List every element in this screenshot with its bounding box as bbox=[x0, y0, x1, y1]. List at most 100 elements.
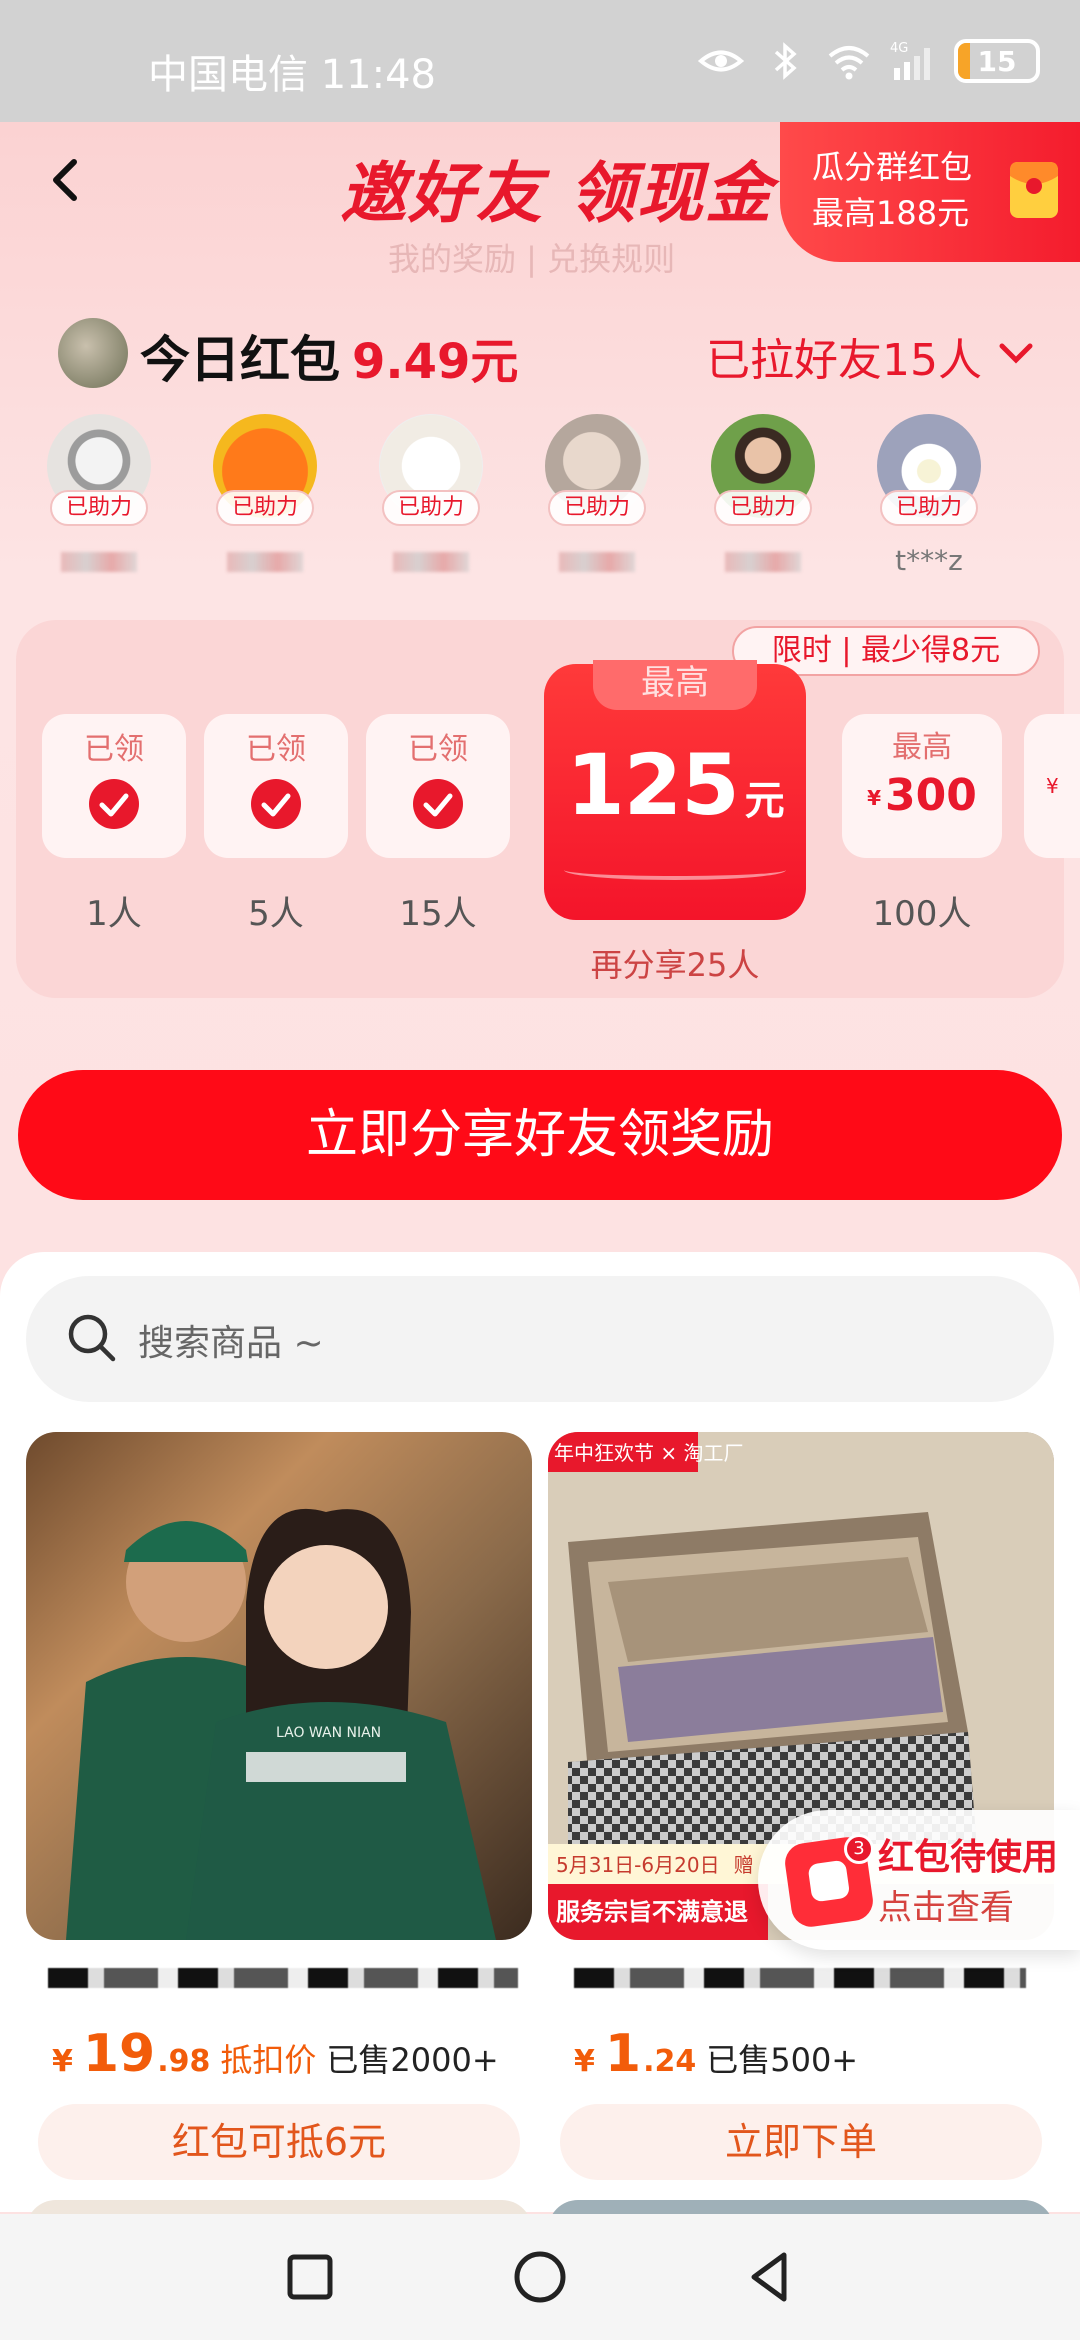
current-reward-card[interactable]: 最高 125 元 bbox=[544, 660, 806, 920]
step-people: 5人 bbox=[248, 894, 304, 934]
invited-friends-count[interactable]: 已拉好友15人 bbox=[706, 324, 982, 388]
product-title bbox=[26, 1954, 532, 2004]
redpacket-pending-widget[interactable]: 3 红包待使用 点击查看 bbox=[758, 1810, 1080, 1950]
next-reward-label: 最高 bbox=[892, 730, 952, 765]
page-title: 邀好友 领现金 bbox=[340, 155, 773, 232]
next-reward-amount: 300 bbox=[885, 770, 977, 821]
helper-badge: 已助力 bbox=[714, 490, 812, 526]
current-reward-tab: 最高 bbox=[593, 660, 757, 710]
step-label: 已领 bbox=[408, 732, 468, 767]
helper-item: 已助力 bbox=[210, 414, 320, 578]
helper-item: 已助力 bbox=[44, 414, 154, 578]
pending-redpacket-label: 红包待使用 bbox=[878, 1837, 1059, 1878]
next-reward-people: 100人 bbox=[872, 894, 972, 934]
reward-step-claimed: 已领 bbox=[366, 714, 510, 858]
current-reward-amount: 125 bbox=[566, 736, 739, 834]
masked-title bbox=[48, 1968, 518, 1988]
step-people: 15人 bbox=[399, 894, 477, 934]
bluetooth-icon bbox=[774, 42, 797, 80]
yen-symbol: ¥ bbox=[867, 786, 882, 810]
helper-item: 已助力 bbox=[542, 414, 652, 578]
current-reward-unit: 元 bbox=[744, 778, 785, 824]
check-circle-icon bbox=[251, 779, 301, 829]
price-row: ¥ 1 .24 已售500+ bbox=[548, 2024, 1054, 2084]
promo-date-tail: 赠 bbox=[734, 1853, 754, 1877]
back-icon[interactable] bbox=[36, 150, 96, 210]
check-circle-icon bbox=[413, 779, 463, 829]
eye-icon bbox=[698, 50, 744, 72]
next-reward-card: 最高 ¥300 bbox=[842, 714, 1002, 858]
carrier-time: 中国电信 11:48 bbox=[148, 52, 436, 98]
recent-apps-icon[interactable] bbox=[280, 2247, 340, 2307]
helper-name: t***z bbox=[895, 544, 963, 577]
next-reward-value: ¥300 bbox=[842, 770, 1002, 821]
tshirt-photo: LAO WAN NIAN bbox=[66, 1508, 496, 1940]
masked-title bbox=[574, 1968, 1026, 1988]
price-tag: 抵扣价 bbox=[220, 2041, 317, 2079]
yen-symbol: ¥ bbox=[52, 2044, 73, 2079]
reward-step-claimed: 已领 bbox=[204, 714, 348, 858]
price-integer: 19 bbox=[82, 2024, 156, 2084]
check-circle-icon bbox=[89, 779, 139, 829]
helper-badge: 已助力 bbox=[880, 490, 978, 526]
signal-icon: 4G bbox=[890, 41, 930, 80]
helper-item: 已助力 bbox=[376, 414, 486, 578]
product-card[interactable]: 年中狂欢节 × 淘工厂 5月31日-6月20日赠 服务宗旨不满意退 ¥ 1 .2… bbox=[548, 1432, 1054, 2180]
price-decimal: .98 bbox=[157, 2044, 211, 2079]
reward-rules-links[interactable]: 我的奖励 | 兑换规则 bbox=[388, 234, 675, 280]
status-bar: 中国电信 11:48 4G 15 bbox=[0, 0, 1080, 122]
search-bar[interactable]: 搜索商品 ~ bbox=[26, 1276, 1054, 1402]
search-input[interactable]: 搜索商品 ~ bbox=[138, 1314, 324, 1366]
masked-name bbox=[393, 552, 469, 572]
back-nav-icon[interactable] bbox=[740, 2247, 800, 2307]
status-icons: 4G 15 bbox=[698, 38, 1040, 84]
helper-name bbox=[542, 544, 652, 578]
promo-banner-top: 年中狂欢节 × 淘工厂 bbox=[554, 1441, 743, 1465]
yen-symbol: ¥ bbox=[574, 2044, 595, 2079]
user-avatar bbox=[58, 318, 128, 388]
today-redpacket-label: 今日红包 bbox=[140, 331, 340, 389]
shirt-print-text: LAO WAN NIAN bbox=[276, 1725, 381, 1741]
helper-badge: 已助力 bbox=[216, 490, 314, 526]
product-image[interactable]: LAO WAN NIAN bbox=[26, 1432, 532, 1940]
share-friends-button[interactable]: 立即分享好友领奖励 bbox=[18, 1070, 1062, 1200]
helper-item: 已助力 bbox=[708, 414, 818, 578]
group-redpacket-banner[interactable]: 瓜分群红包 最高188元 bbox=[780, 122, 1080, 262]
wifi-icon bbox=[828, 46, 870, 80]
helper-badge: 已助力 bbox=[548, 490, 646, 526]
today-redpacket-amount: 9.49元 bbox=[352, 334, 519, 390]
search-icon bbox=[68, 1314, 116, 1362]
masked-name bbox=[61, 552, 137, 572]
step-label: 已领 bbox=[84, 732, 144, 767]
masked-name bbox=[559, 552, 635, 572]
helper-badge: 已助力 bbox=[382, 490, 480, 526]
product-title bbox=[548, 1954, 1054, 2004]
tap-to-view-label: 点击查看 bbox=[878, 1888, 1014, 1928]
helper-name bbox=[708, 544, 818, 578]
system-nav-bar bbox=[0, 2214, 1080, 2340]
reward-step-claimed: 已领 bbox=[42, 714, 186, 858]
share-more-note: 再分享25人 bbox=[590, 946, 760, 984]
chevron-down-icon[interactable] bbox=[996, 336, 1036, 372]
order-now-button[interactable]: 立即下单 bbox=[560, 2104, 1042, 2180]
current-reward-value: 125 元 bbox=[544, 736, 806, 834]
price-decimal: .24 bbox=[643, 2044, 697, 2079]
step-label: 已领 bbox=[246, 732, 306, 767]
redpacket-deduct-button[interactable]: 红包可抵6元 bbox=[38, 2104, 520, 2180]
red-envelope-icon bbox=[1010, 162, 1058, 218]
helper-badge: 已助力 bbox=[50, 490, 148, 526]
home-icon[interactable] bbox=[510, 2247, 570, 2307]
product-card[interactable]: LAO WAN NIAN ¥ 19 .98 抵扣价 已售2000+ 红包可抵6元 bbox=[26, 1432, 532, 2180]
battery-text: 15 bbox=[977, 45, 1017, 78]
battery-icon: 15 bbox=[954, 39, 1040, 83]
pending-count-badge: 3 bbox=[844, 1834, 874, 1864]
yen-symbol: ¥ bbox=[1046, 774, 1059, 798]
step-people: 1人 bbox=[86, 894, 142, 934]
network-label: 4G bbox=[890, 41, 908, 56]
masked-name bbox=[725, 552, 801, 572]
helper-name bbox=[210, 544, 320, 578]
sold-count: 已售2000+ bbox=[326, 2041, 499, 2079]
promo-date-range: 5月31日-6月20日 bbox=[556, 1853, 720, 1877]
price-integer: 1 bbox=[604, 2024, 642, 2084]
helper-name bbox=[44, 544, 154, 578]
